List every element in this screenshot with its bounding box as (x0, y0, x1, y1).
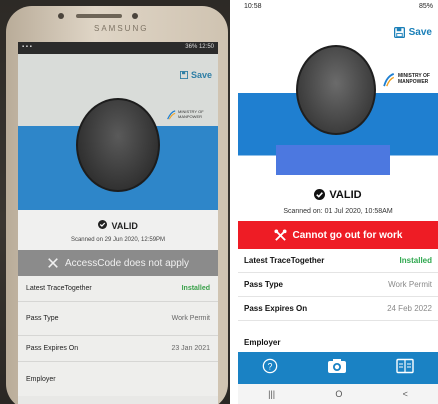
app-screenshot: 10:58 85% Save MINISTRY OF MANPOWER VALI… (238, 0, 438, 404)
row-label: Employer (244, 337, 281, 347)
tools-icon (273, 228, 287, 241)
row-value: Installed (181, 285, 210, 292)
save-button[interactable]: Save (393, 27, 432, 38)
divider (230, 0, 238, 404)
phone-mom-text: MINISTRY OF MANPOWER (178, 109, 204, 119)
phone-status-banner: AccessCode does not apply (18, 250, 218, 276)
row-value: Work Permit (171, 315, 210, 322)
card-icon[interactable] (395, 358, 414, 379)
row-label: Latest TraceTogether (244, 256, 325, 265)
system-nav: ||| O < (238, 384, 438, 404)
validity-section: VALID Scanned on: 01 Jul 2020, 10:58AM (238, 173, 438, 221)
home-button[interactable]: O (335, 389, 342, 399)
status-icons: ▪ ▪ ▪ (22, 44, 32, 50)
save-icon (393, 27, 405, 38)
row-tracetogether: Latest TraceTogether Installed (238, 249, 438, 273)
phone-save-label: Save (190, 70, 212, 80)
avatar (296, 45, 376, 135)
svg-text:?: ? (268, 361, 273, 371)
recents-button[interactable]: ||| (268, 389, 275, 399)
status-right: 85% (418, 3, 433, 10)
phone-row-pass-type: Pass Type Work Permit (18, 302, 218, 336)
phone-valid-area: VALID Scanned on 29 Jun 2020, 12:59PM (18, 210, 218, 250)
row-label: Pass Expires On (244, 304, 308, 313)
status-right: 36% 12:50 (185, 44, 214, 50)
row-pass-expires: Pass Expires On 24 Feb 2022 (238, 297, 438, 321)
status-banner: Cannot go out for work (238, 221, 438, 249)
row-label: Employer (26, 375, 56, 383)
pass-hero: MINISTRY OF MANPOWER (238, 45, 438, 175)
row-label: Pass Type (244, 280, 283, 289)
scanned-text: Scanned on: 01 Jul 2020, 10:58AM (283, 208, 393, 215)
phone-photo-band (18, 98, 218, 210)
phone-save-button[interactable]: Save (179, 70, 212, 80)
phone-scanned-text: Scanned on 29 Jun 2020, 12:59PM (70, 237, 166, 243)
back-button[interactable]: < (403, 389, 408, 399)
mom-logo-icon (167, 110, 176, 120)
redacted-name (276, 145, 390, 175)
phone-mom-logo: MINISTRY OF MANPOWER (166, 109, 208, 120)
camera-icon[interactable] (327, 358, 347, 379)
row-label: Latest TraceTogether (26, 285, 92, 292)
tools-icon (48, 258, 58, 268)
mom-logo-icon (383, 73, 395, 87)
earpiece (76, 14, 122, 18)
row-pass-type: Pass Type Work Permit (238, 273, 438, 297)
phone-valid-label: VALID (111, 221, 138, 231)
phone-top: SAMSUNG (6, 6, 228, 38)
row-value: 23 Jan 2021 (171, 345, 210, 352)
front-camera-icon (58, 13, 64, 19)
status-time: 10:58 (244, 3, 262, 10)
banner-text: Cannot go out for work (292, 229, 403, 241)
row-label: Pass Type (26, 315, 59, 322)
save-icon (179, 71, 188, 79)
phone-photo: SAMSUNG ▪ ▪ ▪ 36% 12:50 Save MINISTRY OF… (0, 0, 230, 404)
phone-brand: SAMSUNG (94, 24, 149, 33)
help-icon[interactable]: ? (262, 358, 278, 379)
check-circle-icon (314, 189, 326, 200)
phone-body: SAMSUNG ▪ ▪ ▪ 36% 12:50 Save MINISTRY OF… (6, 6, 228, 404)
bottom-nav: ? (238, 352, 438, 384)
phone-avatar (76, 98, 160, 192)
phone-row-pass-expires: Pass Expires On 23 Jan 2021 (18, 336, 218, 362)
status-bar: 10:58 85% (238, 0, 438, 17)
phone-screen: ▪ ▪ ▪ 36% 12:50 Save MINISTRY OF MANPOWE… (18, 42, 218, 404)
check-circle-icon (98, 220, 108, 229)
row-value: 24 Feb 2022 (387, 304, 432, 313)
row-value: Work Permit (388, 280, 432, 289)
phone-banner-text: AccessCode does not apply (65, 257, 189, 269)
mom-logo: MINISTRY OF MANPOWER (382, 73, 430, 87)
phone-row-employer: Employer (18, 362, 218, 396)
sensor-icon (132, 13, 138, 19)
phone-status-bar: ▪ ▪ ▪ 36% 12:50 (18, 42, 218, 54)
phone-row-tracetogether: Latest TraceTogether Installed (18, 276, 218, 302)
row-value: Installed (399, 256, 432, 265)
valid-label: VALID (329, 188, 362, 201)
save-label: Save (408, 27, 432, 38)
mom-text: MINISTRY OF MANPOWER (398, 73, 430, 85)
row-label: Pass Expires On (26, 345, 79, 352)
valid-status: VALID (314, 188, 362, 201)
